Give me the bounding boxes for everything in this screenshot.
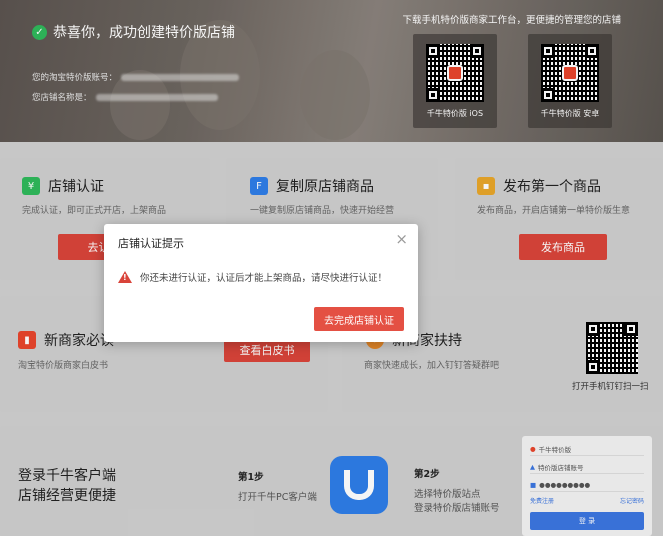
store-auth-modal: 店铺认证提示 × ! 你还未进行认证，认证后才能上架商品，请尽快进行认证！ 去完… bbox=[104, 224, 418, 342]
modal-title: 店铺认证提示 bbox=[118, 237, 184, 250]
complete-auth-button[interactable]: 去完成店铺认证 bbox=[314, 307, 404, 331]
modal-message: ! 你还未进行认证，认证后才能上架商品，请尽快进行认证！ bbox=[118, 270, 387, 284]
warning-icon: ! bbox=[118, 271, 132, 283]
close-icon[interactable]: × bbox=[395, 230, 408, 248]
